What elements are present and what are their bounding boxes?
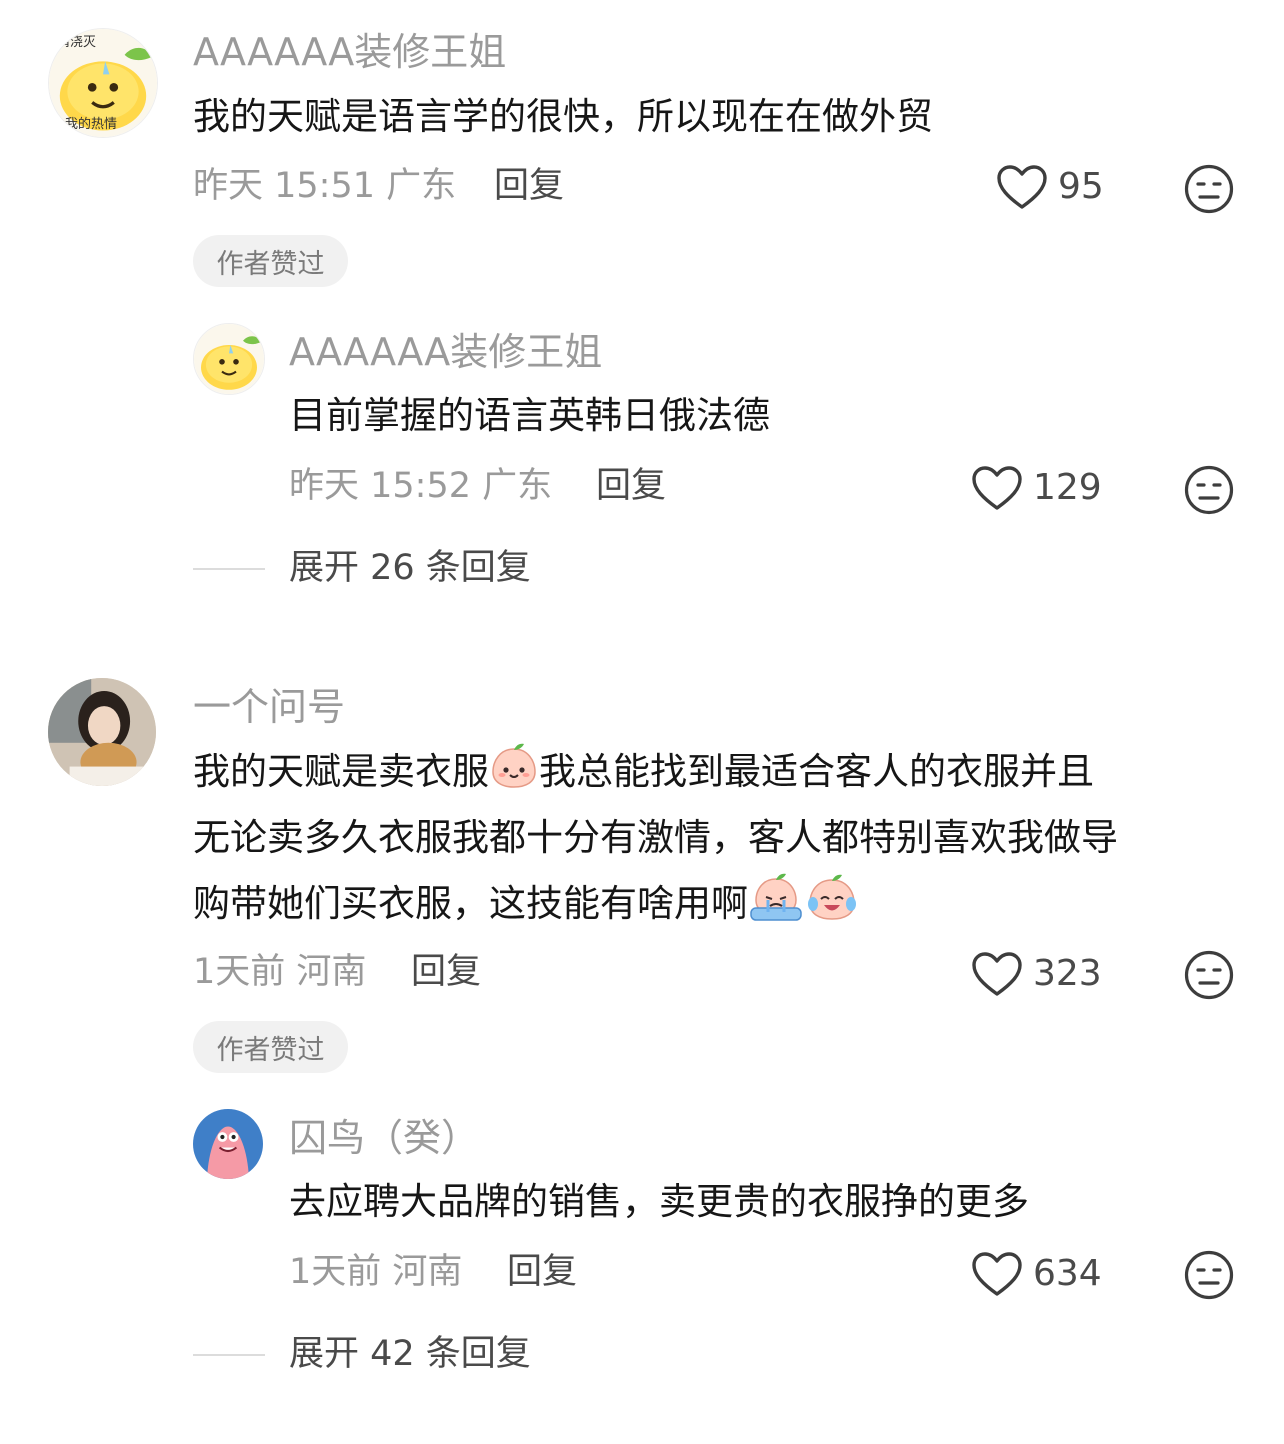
author-liked-badge: 作者赞过 xyxy=(193,1021,348,1073)
reply-meta: 昨天 15:52 广东 xyxy=(289,466,553,506)
reply-button[interactable]: 回复 xyxy=(596,469,666,504)
heart-icon xyxy=(971,465,1023,511)
username[interactable]: 一个问号 xyxy=(193,688,345,726)
expand-replies-label: 展开 26 条回复 xyxy=(289,548,531,588)
reply-text: 去应聘大品牌的销售，卖更贵的衣服挣的更多 xyxy=(289,1180,1029,1223)
avatar[interactable] xyxy=(48,678,156,786)
reply-button[interactable]: 回复 xyxy=(494,169,564,204)
peach-smile-emoji-icon xyxy=(489,740,539,790)
comment-line: 无论卖多久衣服我都十分有激情，客人都特别喜欢我做导 xyxy=(193,816,1118,859)
comment-text: 我的天赋是卖衣服 我总能找到最适合客人的衣服并且 无论卖多久衣服我都十分有激情，客… xyxy=(193,739,1263,937)
dislike-icon[interactable] xyxy=(1184,164,1234,214)
avatar[interactable] xyxy=(193,1109,263,1179)
comment-line-text: 购带她们买衣服，这技能有啥用啊 xyxy=(193,882,748,925)
avatar-photo xyxy=(48,678,156,786)
comment-line-text: 我总能找到最适合客人的衣服并且 xyxy=(539,750,1094,793)
peach-crying-emoji-icon xyxy=(748,872,804,922)
reply-button[interactable]: 回复 xyxy=(411,955,481,990)
heart-icon xyxy=(971,1251,1023,1297)
avatar-image xyxy=(193,1109,263,1179)
comment-line: 我的天赋是卖衣服 我总能找到最适合客人的衣服并且 xyxy=(193,739,1263,805)
username[interactable]: AAAAAA装修王姐 xyxy=(289,333,602,371)
dislike-icon[interactable] xyxy=(1184,465,1234,515)
avatar-caption-bottom: 我的热情 xyxy=(65,117,118,132)
comment-meta: 1天前 河南 xyxy=(193,952,367,992)
reply-text: 目前掌握的语言英韩日俄法德 xyxy=(289,394,770,437)
like-button[interactable]: 95 xyxy=(996,164,1104,210)
dislike-icon[interactable] xyxy=(1184,1250,1234,1300)
username[interactable]: 囚鸟（癸） xyxy=(289,1119,479,1157)
reply-button[interactable]: 回复 xyxy=(507,1255,577,1290)
avatar-image xyxy=(194,324,264,394)
like-button[interactable]: 323 xyxy=(971,951,1102,997)
expand-replies-label: 展开 42 条回复 xyxy=(289,1334,531,1374)
peach-laugh-cry-emoji-icon xyxy=(804,872,860,922)
expand-divider xyxy=(193,567,265,570)
heart-icon xyxy=(996,164,1048,210)
like-count: 634 xyxy=(1033,1253,1102,1294)
avatar[interactable]: 情浇灭 我的热情 xyxy=(48,28,158,138)
heart-icon xyxy=(971,951,1023,997)
comment-line: 购带她们买衣服，这技能有啥用啊 xyxy=(193,871,1263,937)
expand-replies[interactable]: 展开 26 条回复 xyxy=(193,551,531,586)
comment-meta: 昨天 15:51 广东 xyxy=(193,166,457,206)
avatar-caption-top: 情浇灭 xyxy=(57,35,97,50)
comment-line-text: 我的天赋是卖衣服 xyxy=(193,750,489,793)
like-count: 95 xyxy=(1058,166,1104,207)
username[interactable]: AAAAAA装修王姐 xyxy=(193,33,506,71)
reply-meta: 1天前 河南 xyxy=(289,1252,463,1292)
author-liked-badge: 作者赞过 xyxy=(193,235,348,287)
expand-replies[interactable]: 展开 42 条回复 xyxy=(193,1337,531,1372)
like-count: 129 xyxy=(1033,467,1102,508)
like-count: 323 xyxy=(1033,953,1102,994)
comment-text: 我的天赋是语言学的很快，所以现在在做外贸 xyxy=(193,95,933,138)
expand-divider xyxy=(193,1353,265,1356)
avatar[interactable] xyxy=(193,323,265,395)
dislike-icon[interactable] xyxy=(1184,950,1234,1000)
like-button[interactable]: 634 xyxy=(971,1251,1102,1297)
like-button[interactable]: 129 xyxy=(971,465,1102,511)
